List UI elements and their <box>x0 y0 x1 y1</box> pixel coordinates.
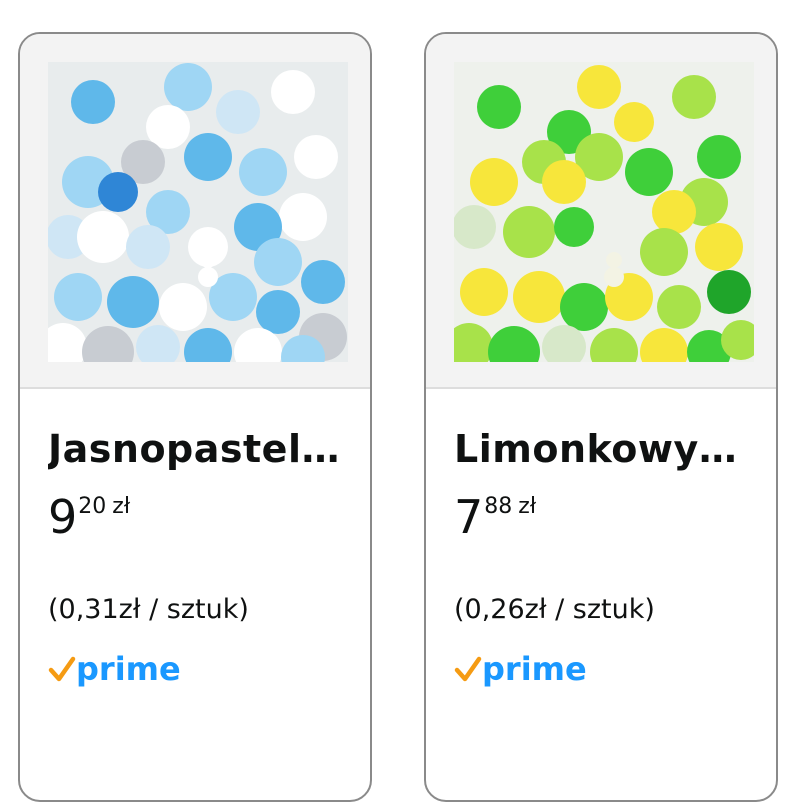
unit-price: (0,26zł / sztuk) <box>454 594 655 625</box>
prime-badge: prime <box>454 650 587 688</box>
product-price: 788 zł <box>454 494 536 540</box>
product-card[interactable]: Limonkowy… 788 zł (0,26zł / sztuk) prime <box>424 32 778 802</box>
balloons-image-green <box>454 62 754 362</box>
prime-check-icon <box>48 656 76 682</box>
balloons-image-blue <box>48 62 348 362</box>
product-image[interactable] <box>454 62 754 362</box>
product-image[interactable] <box>48 62 348 362</box>
price-fraction: 88 <box>484 494 513 519</box>
prime-label: prime <box>76 650 181 688</box>
prime-badge: prime <box>48 650 181 688</box>
product-title[interactable]: Limonkowy… <box>454 427 754 471</box>
product-image-area <box>426 34 776 389</box>
prime-check-icon <box>454 656 482 682</box>
price-currency: zł <box>518 494 537 519</box>
price-whole: 7 <box>454 490 484 544</box>
prime-label: prime <box>482 650 587 688</box>
product-image-area <box>20 34 370 389</box>
product-price: 920 zł <box>48 494 130 540</box>
product-card[interactable]: Jasnopastel… 920 zł (0,31zł / sztuk) prim… <box>18 32 372 802</box>
product-title[interactable]: Jasnopastel… <box>48 427 348 471</box>
price-fraction: 20 <box>78 494 107 519</box>
price-whole: 9 <box>48 490 78 544</box>
price-currency: zł <box>112 494 131 519</box>
unit-price: (0,31zł / sztuk) <box>48 594 249 625</box>
